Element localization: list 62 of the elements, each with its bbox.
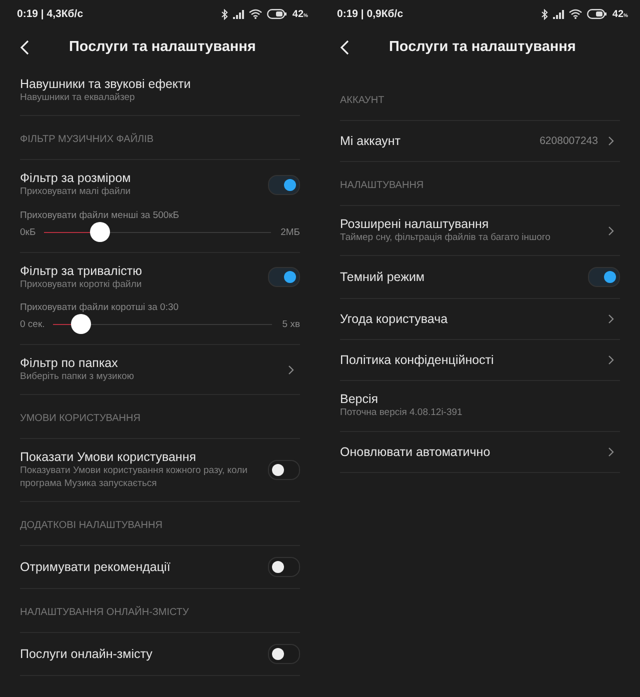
setting-title: Версія	[340, 392, 380, 406]
chevron-icon[interactable]	[608, 136, 614, 146]
slider-label: Приховувати файли коротші за 0:30	[20, 302, 180, 314]
section-header: АККАУНТ	[340, 95, 384, 106]
screen-title: Послуги та налаштування	[389, 39, 576, 55]
setting-title: Послуги онлайн-змісту	[20, 647, 154, 662]
back-icon[interactable]	[340, 40, 349, 54]
chevron-icon[interactable]	[608, 355, 614, 366]
setting-title: Фільтр по папках	[20, 356, 119, 370]
setting-title: Фільтр за тривалістю	[20, 264, 143, 278]
slider-thumb[interactable]	[90, 222, 110, 242]
bluetooth-icon	[541, 8, 548, 20]
chevron-icon[interactable]	[608, 226, 614, 236]
setting-title: Розширені налаштування	[340, 217, 490, 231]
bluetooth-icon	[221, 8, 228, 20]
slider-max: 5 хв	[282, 319, 300, 330]
chevron-icon[interactable]	[288, 364, 294, 375]
screen-title: Послуги та налаштування	[69, 39, 256, 55]
section-header: НАЛАШТУВАННЯ ОНЛАЙН-ЗМІСТУ	[20, 607, 189, 618]
battery-icon	[267, 9, 288, 19]
toggle-switch[interactable]	[268, 175, 300, 196]
account-id: 6208007243	[540, 135, 598, 147]
setting-title: Оновлювати автоматично	[340, 444, 492, 459]
wifi-icon	[249, 9, 262, 19]
section-header: НАЛАШТУВАННЯ	[340, 180, 424, 191]
toggle-switch[interactable]	[268, 267, 300, 288]
slider-thumb[interactable]	[71, 314, 92, 334]
setting-title: Фільтр за розміром	[20, 171, 132, 186]
setting-subtitle: Навушники та еквалайзер	[20, 92, 136, 104]
slider-min: 0кБ	[20, 226, 36, 238]
toggle-switch[interactable]	[588, 267, 620, 288]
battery-icon	[587, 9, 608, 19]
toggle-switch[interactable]	[268, 644, 300, 664]
slider-label: Приховувати файли менші за 500кБ	[20, 210, 180, 221]
signal-icon	[233, 10, 244, 18]
setting-title: Навушники та звукові ефекти	[20, 77, 192, 91]
slider-min: 0 сек.	[20, 319, 45, 330]
section-header: УМОВИ КОРИСТУВАННЯ	[20, 413, 140, 424]
chevron-icon[interactable]	[608, 446, 614, 457]
signal-icon	[553, 10, 564, 18]
status-time: 0:19 | 4,3Кб/с	[17, 8, 84, 20]
chevron-icon[interactable]	[608, 314, 614, 324]
toggle-switch[interactable]	[268, 557, 300, 578]
setting-subtitle: Приховувати малі файли	[20, 186, 132, 199]
status-time: 0:19 | 0,9Кб/с	[337, 8, 404, 20]
setting-subtitle: Приховувати короткі файли	[20, 278, 143, 292]
section-header: ФІЛЬТР МУЗИЧНИХ ФАЙЛІВ	[20, 134, 154, 146]
back-icon[interactable]	[20, 40, 29, 54]
setting-subtitle: Поточна версія 4.08.12i-391	[340, 407, 464, 420]
toggle-switch[interactable]	[268, 460, 300, 480]
setting-title: Мі аккаунт	[340, 134, 402, 148]
setting-title: Темний режим	[340, 270, 426, 284]
setting-subtitle: Показувати Умови користування кожного разу, коли програма Музика запускається	[20, 465, 248, 490]
wifi-icon	[569, 9, 582, 19]
setting-title: Угода користувача	[340, 312, 449, 326]
setting-subtitle: Таймер сну, фільтрація файлів та багато іншого	[340, 232, 552, 244]
section-header: ДОДАТКОВІ НАЛАШТУВАННЯ	[20, 520, 162, 532]
setting-title: Показати Умови користування	[20, 450, 197, 464]
setting-subtitle: Виберіть папки з музикою	[20, 371, 135, 384]
setting-title: Отримувати рекомендації	[20, 560, 172, 574]
setting-title: Політика конфіденційності	[340, 353, 495, 368]
slider-max: 2МБ	[280, 226, 300, 238]
